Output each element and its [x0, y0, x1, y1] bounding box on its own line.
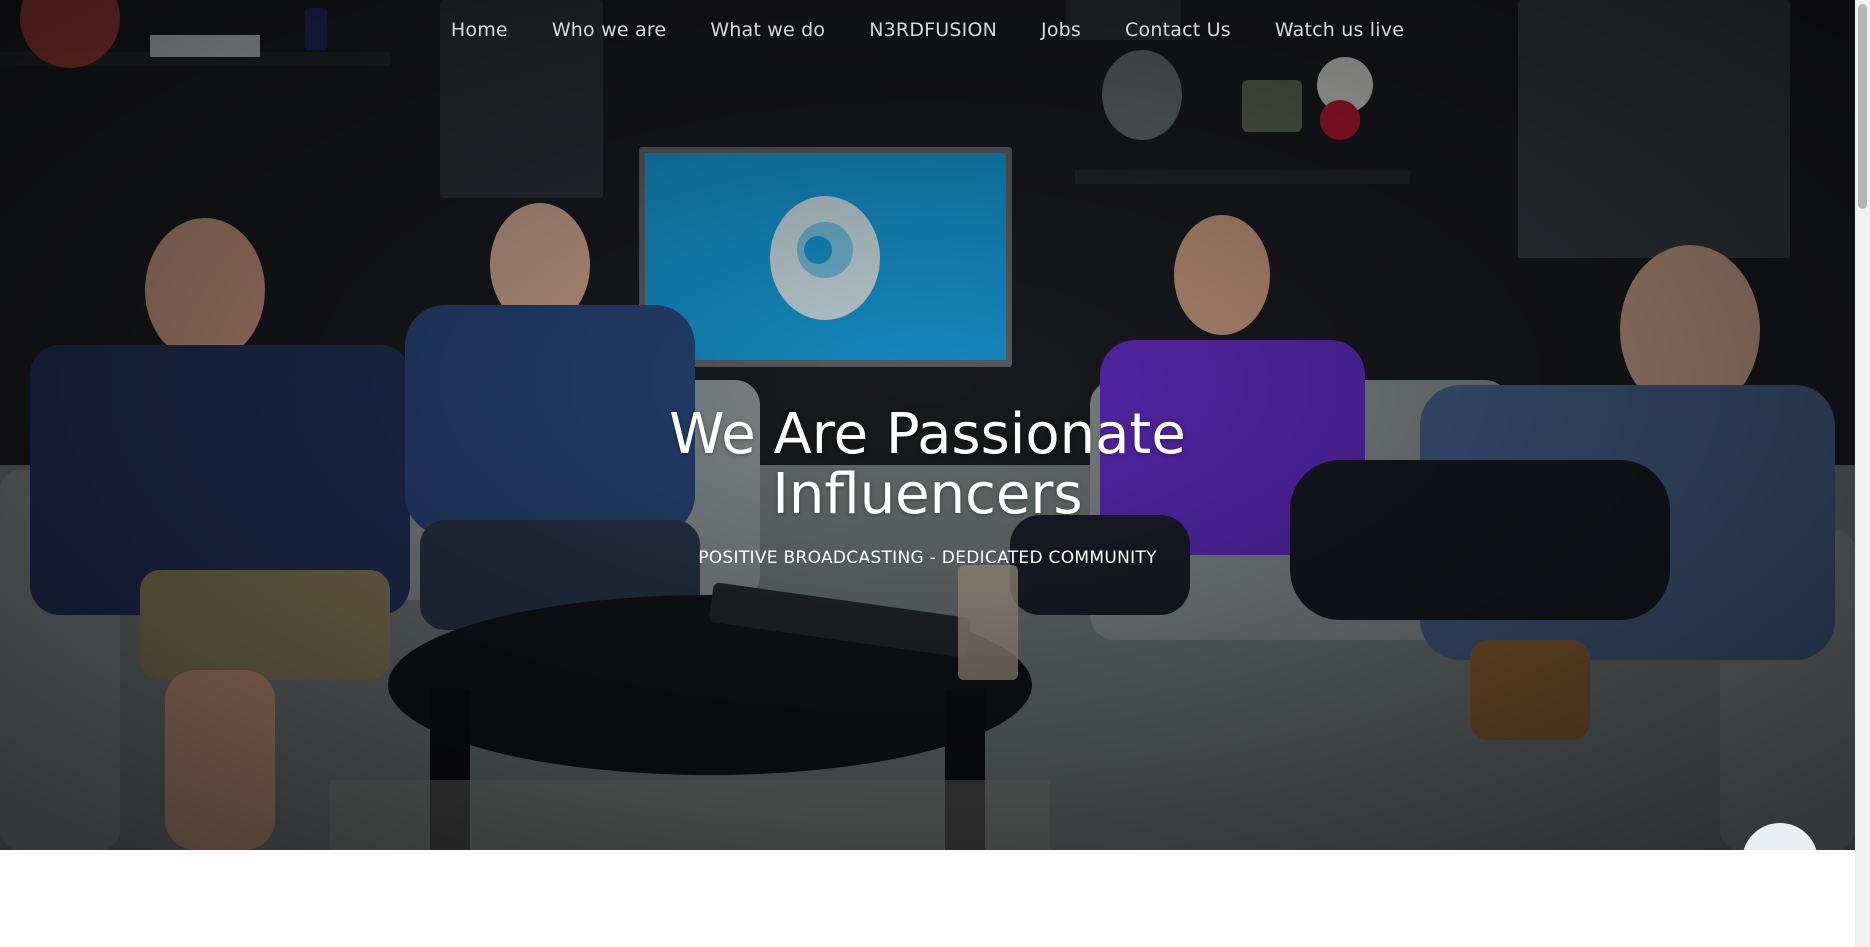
- nav-contact-us-link[interactable]: Contact Us: [1103, 19, 1253, 41]
- hero-subheadline: POSITIVE BROADCASTING - DEDICATED COMMUN…: [698, 548, 1157, 568]
- hero-headline: We Are Passionate Influencers: [0, 405, 1855, 525]
- nav-who-we-are-link[interactable]: Who we are: [530, 19, 689, 41]
- page-scrollbar[interactable]: [1855, 0, 1870, 947]
- hero-headline-line-1: We Are Passionate: [669, 402, 1186, 467]
- nav-home-link[interactable]: Home: [429, 19, 530, 41]
- nav-n3rdfusion-link[interactable]: N3RDFUSION: [847, 19, 1019, 41]
- nav-what-we-do-link[interactable]: What we do: [688, 19, 847, 41]
- nav-jobs-link[interactable]: Jobs: [1019, 19, 1103, 41]
- scrollbar-thumb[interactable]: [1858, 4, 1867, 209]
- nav-watch-us-live-link[interactable]: Watch us live: [1253, 19, 1426, 41]
- hero-headline-line-2: Influencers: [772, 462, 1083, 527]
- hero-section: Home Who we are What we do N3RDFUSION Jo…: [0, 0, 1855, 850]
- top-navigation: Home Who we are What we do N3RDFUSION Jo…: [0, 0, 1855, 60]
